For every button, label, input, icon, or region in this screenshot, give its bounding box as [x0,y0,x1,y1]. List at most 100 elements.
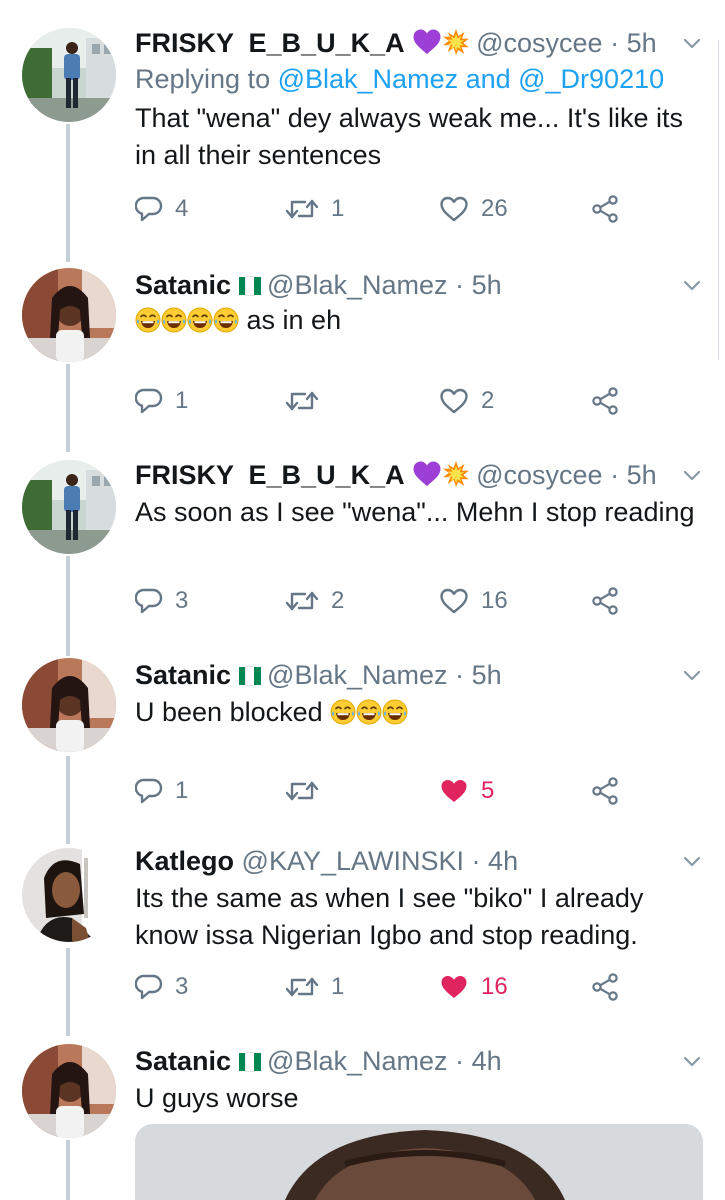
display-name[interactable]: FRISKY E_B_U_K_A [135,28,405,58]
share-icon [591,587,621,615]
reply-count: 3 [175,587,189,614]
like-button[interactable]: 16 [439,970,508,1004]
retweet-button[interactable]: 2 [285,584,344,618]
tweet-text: Its the same as when I see "biko" I alre… [135,883,644,950]
tweet-media-image[interactable] [135,1124,703,1200]
heart-icon [439,973,469,1001]
tears-of-joy-emoji [187,307,213,333]
tweet-text: As soon as I see "wena"... Mehn I stop r… [135,497,695,527]
tears-of-joy-emoji [161,307,187,333]
display-name[interactable]: Satanic [135,660,231,690]
purple-heart-emoji [412,460,442,488]
replying-to-users[interactable]: @Blak_Namez and @_Dr90210 [278,64,665,94]
avatar[interactable] [22,848,116,942]
timestamp[interactable]: 5h [627,28,657,58]
reply-button[interactable]: 1 [135,384,188,418]
retweet-button[interactable] [285,774,331,808]
user-handle[interactable]: @KAY_LAWINSKI [242,846,464,876]
like-button[interactable]: 16 [439,584,508,618]
like-count: 16 [481,973,508,1000]
retweet-icon [285,777,319,805]
retweet-button[interactable]: 1 [285,970,344,1004]
timestamp[interactable]: 5h [627,460,657,490]
separator-dot: · [455,270,465,300]
share-button[interactable] [591,774,633,808]
tweet[interactable]: FRISKY E_B_U_K_A @cosycee · 5h Replying … [0,26,725,246]
tweet[interactable]: FRISKY E_B_U_K_A @cosycee · 5h As soon a… [0,458,725,634]
reply-count: 4 [175,195,189,222]
replying-to: Replying to @Blak_Namez and @_Dr90210 [135,64,664,95]
tweet[interactable]: Katlego @KAY_LAWINSKI · 4h Its the same … [0,844,725,1020]
avatar[interactable] [22,460,116,554]
retweet-icon [285,973,319,1001]
retweet-button[interactable]: 1 [285,192,344,226]
share-button[interactable] [591,192,633,226]
nigeria-flag-emoji [239,1045,261,1072]
retweet-button[interactable] [285,384,331,418]
reply-icon [135,387,163,415]
timestamp[interactable]: 4h [472,1046,502,1076]
like-button[interactable]: 5 [439,774,494,808]
retweet-count: 2 [331,587,345,614]
user-handle[interactable]: @Blak_Namez [267,270,447,300]
chevron-down-icon[interactable] [681,850,703,872]
like-count: 26 [481,195,508,222]
nigeria-flag-emoji [239,269,261,296]
reply-icon [135,195,163,223]
reply-button[interactable]: 4 [135,192,188,226]
reply-button[interactable]: 1 [135,774,188,808]
display-name[interactable]: Satanic [135,1046,231,1076]
share-icon [591,195,621,223]
user-handle[interactable]: @cosycee [476,28,602,58]
like-count: 5 [481,777,495,804]
user-handle[interactable]: @cosycee [476,460,602,490]
display-name[interactable]: Katlego [135,846,234,876]
avatar[interactable] [22,28,116,122]
tweet-actions: 1 5 [135,774,635,808]
tweet-header: Satanic @Blak_Namez · 5h [135,268,502,302]
tweet-actions: 4 1 26 [135,192,635,226]
tweet-text: U been blocked [135,697,323,727]
avatar[interactable] [22,1044,116,1138]
user-handle[interactable]: @Blak_Namez [267,1046,447,1076]
chevron-down-icon[interactable] [681,1050,703,1072]
separator-dot: · [610,28,620,58]
tweet[interactable]: Satanic @Blak_Namez · 5h U been blocked 1… [0,658,725,828]
like-button[interactable]: 26 [439,192,508,226]
chevron-down-icon[interactable] [681,464,703,486]
tears-of-joy-emoji [330,699,356,725]
avatar[interactable] [22,658,116,752]
tweet-actions: 1 2 [135,384,635,418]
retweet-count: 1 [331,973,345,1000]
reply-button[interactable]: 3 [135,970,188,1004]
retweet-icon [285,387,319,415]
display-name[interactable]: Satanic [135,270,231,300]
display-name[interactable]: FRISKY E_B_U_K_A [135,460,405,490]
tweet-header: Satanic @Blak_Namez · 4h [135,1044,502,1078]
chevron-down-icon[interactable] [681,274,703,296]
share-button[interactable] [591,384,633,418]
separator-dot: · [455,1046,465,1076]
tweet[interactable]: Satanic @Blak_Namez · 5h as in eh 1 2 [0,268,725,438]
reply-icon [135,587,163,615]
avatar[interactable] [22,268,116,362]
timestamp[interactable]: 5h [472,270,502,300]
timestamp[interactable]: 4h [488,846,518,876]
like-button[interactable]: 2 [439,384,494,418]
reply-button[interactable]: 3 [135,584,188,618]
separator-dot: · [610,460,620,490]
chevron-down-icon[interactable] [681,664,703,686]
share-button[interactable] [591,970,633,1004]
like-count: 2 [481,387,495,414]
tweet-header: FRISKY E_B_U_K_A @cosycee · 5h [135,458,657,492]
nigeria-flag-emoji [239,659,261,686]
tweet-actions: 3 1 16 [135,970,635,1004]
tears-of-joy-emoji [213,307,239,333]
chevron-down-icon[interactable] [681,32,703,54]
timestamp[interactable]: 5h [472,660,502,690]
tweet-text: U guys worse [135,1083,299,1113]
retweet-icon [285,195,319,223]
user-handle[interactable]: @Blak_Namez [267,660,447,690]
tweet-header: Satanic @Blak_Namez · 5h [135,658,502,692]
share-button[interactable] [591,584,633,618]
